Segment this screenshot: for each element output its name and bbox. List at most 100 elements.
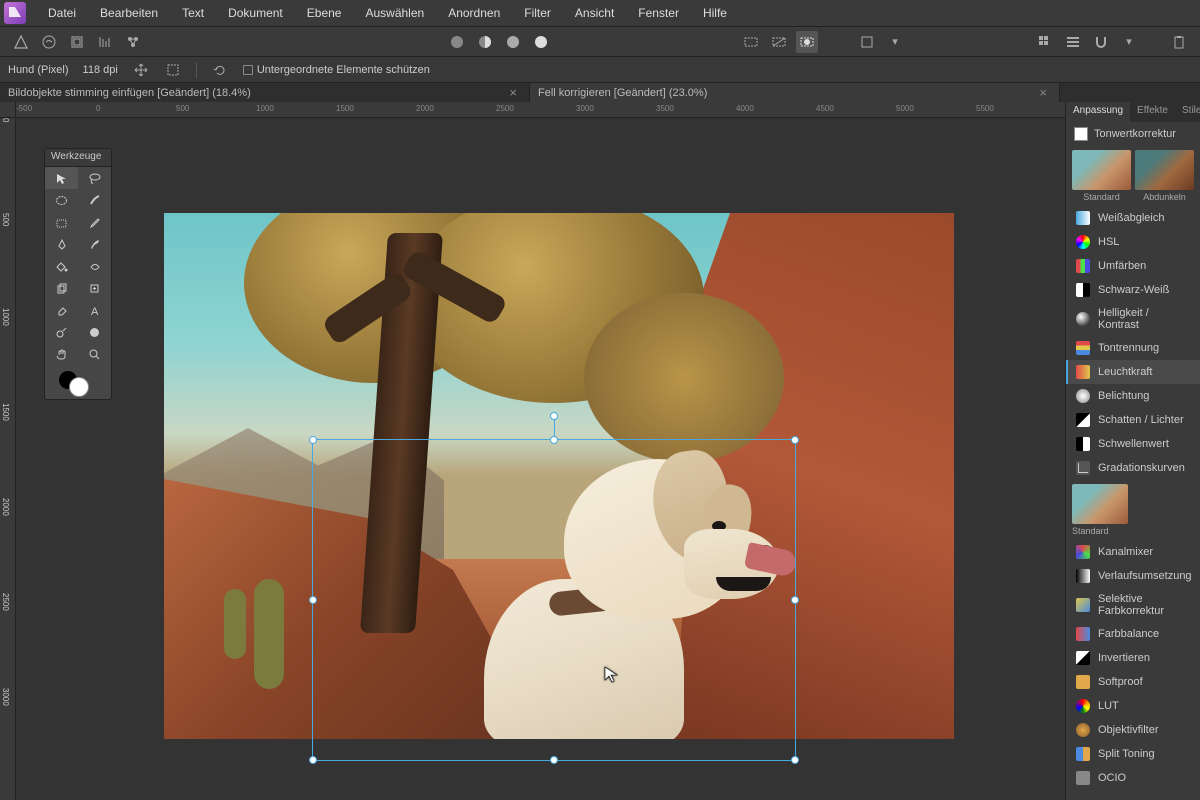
preset-abdunkeln[interactable]: Abdunkeln — [1135, 150, 1194, 202]
adjustment-item[interactable]: Invertieren — [1066, 646, 1200, 670]
chevron-down-icon[interactable]: ▾ — [1118, 31, 1140, 53]
menu-ansicht[interactable]: Ansicht — [563, 0, 626, 27]
quick-mask-icon[interactable] — [796, 31, 818, 53]
ic-curv-icon — [1076, 461, 1090, 475]
marquee-rect-icon[interactable] — [740, 31, 762, 53]
document-tab[interactable]: Bildobjekte stimming einfügen [Geändert]… — [0, 83, 530, 102]
levels-icon — [1074, 127, 1088, 141]
adjustment-item[interactable]: Weißabgleich — [1066, 206, 1200, 230]
ic-thr-icon — [1076, 437, 1090, 451]
rotate-icon[interactable] — [211, 61, 229, 79]
adjustment-item[interactable]: Gradationskurven — [1066, 456, 1200, 480]
blend-half-icon[interactable] — [474, 31, 496, 53]
adjustment-item[interactable]: Leuchtkraft — [1066, 360, 1200, 384]
adjustment-item[interactable]: Tontrennung — [1066, 336, 1200, 360]
crop-dropdown-icon[interactable] — [856, 31, 878, 53]
canvas-image[interactable] — [164, 213, 954, 739]
document-tab[interactable]: Fell korrigieren [Geändert] (23.0%)× — [530, 83, 1060, 102]
menu-datei[interactable]: Datei — [36, 0, 88, 27]
persona-export-icon[interactable] — [122, 31, 144, 53]
menu-text[interactable]: Text — [170, 0, 216, 27]
eraser-tool[interactable] — [45, 299, 78, 321]
menu-anordnen[interactable]: Anordnen — [436, 0, 512, 27]
resize-handle-bm[interactable] — [550, 756, 558, 764]
adjustment-item[interactable]: Softproof — [1066, 670, 1200, 694]
blend-grey-icon[interactable] — [502, 31, 524, 53]
blend-white-icon[interactable] — [530, 31, 552, 53]
ellipse-marquee-tool[interactable] — [45, 189, 78, 211]
resize-icon[interactable] — [164, 61, 182, 79]
resize-handle-br[interactable] — [791, 756, 799, 764]
ic-recolor-icon — [1076, 259, 1090, 273]
snap-list-icon[interactable] — [1062, 31, 1084, 53]
paint-brush-tool[interactable] — [78, 233, 111, 255]
adjustment-item[interactable]: Helligkeit / Kontrast — [1066, 302, 1200, 336]
marquee-diag-icon[interactable] — [768, 31, 790, 53]
adjustment-item[interactable]: Umfärben — [1066, 254, 1200, 278]
shape-tool[interactable] — [78, 321, 111, 343]
move-tool[interactable] — [45, 167, 78, 189]
menu-ebene[interactable]: Ebene — [295, 0, 354, 27]
adjustment-item[interactable]: Verlaufsumsetzung — [1066, 564, 1200, 588]
blend-normal-icon[interactable] — [446, 31, 468, 53]
menu-fenster[interactable]: Fenster — [626, 0, 691, 27]
fill-tool[interactable] — [45, 255, 78, 277]
adjustment-item[interactable]: LUT — [1066, 694, 1200, 718]
adjustment-item[interactable]: OCIO — [1066, 766, 1200, 790]
adjustment-item[interactable]: Split Toning — [1066, 742, 1200, 766]
color-picker-tool[interactable] — [78, 211, 111, 233]
chevron-down-icon[interactable]: ▾ — [884, 31, 906, 53]
menu-dokument[interactable]: Dokument — [216, 0, 295, 27]
zoom-tool[interactable] — [78, 343, 111, 365]
adjustment-item[interactable]: HSL — [1066, 230, 1200, 254]
pan-tool[interactable] — [45, 343, 78, 365]
snap-grid-icon[interactable] — [1034, 31, 1056, 53]
snap-magnet-icon[interactable] — [1090, 31, 1112, 53]
menu-hilfe[interactable]: Hilfe — [691, 0, 739, 27]
menu-bearbeiten[interactable]: Bearbeiten — [88, 0, 170, 27]
ic-grad-icon — [1076, 569, 1090, 583]
adjustment-header: Tonwertkorrektur — [1066, 122, 1200, 146]
lasso-tool[interactable] — [78, 167, 111, 189]
ic-vib-icon — [1076, 365, 1090, 379]
adjustment-item[interactable]: Selektive Farbkorrektur — [1066, 588, 1200, 622]
flood-select-tool[interactable] — [45, 211, 78, 233]
ruler-corner — [0, 102, 16, 118]
ic-inv-icon — [1076, 651, 1090, 665]
menu-auswählen[interactable]: Auswählen — [353, 0, 436, 27]
adjustment-item[interactable]: Farbbalance — [1066, 622, 1200, 646]
dodge-tool[interactable] — [45, 321, 78, 343]
preset-thumb-standard[interactable] — [1072, 484, 1128, 524]
panel-tab-anpassung[interactable]: Anpassung — [1066, 102, 1130, 122]
adjustment-item[interactable]: Kanalmixer — [1066, 540, 1200, 564]
adjustment-item[interactable]: Objektivfilter — [1066, 718, 1200, 742]
adjustment-item[interactable]: Belichtung — [1066, 384, 1200, 408]
clipboard-icon[interactable] — [1168, 31, 1190, 53]
preset-standard[interactable]: Standard — [1072, 150, 1131, 202]
color-swatches[interactable] — [45, 365, 111, 399]
text-tool[interactable]: A — [78, 299, 111, 321]
clone-tool[interactable] — [45, 277, 78, 299]
smudge-tool[interactable] — [78, 255, 111, 277]
pen-tool[interactable] — [45, 233, 78, 255]
adjustment-item[interactable]: Schwellenwert — [1066, 432, 1200, 456]
selection-brush-tool[interactable] — [78, 189, 111, 211]
tab-close-icon[interactable]: × — [505, 85, 521, 100]
svg-text:A: A — [91, 306, 99, 317]
panel-tab-effekte[interactable]: Effekte — [1130, 102, 1175, 122]
move-icon[interactable] — [132, 61, 150, 79]
persona-liquify-icon[interactable] — [38, 31, 60, 53]
panel-tab-stile[interactable]: Stile — [1175, 102, 1200, 122]
resize-handle-bl[interactable] — [309, 756, 317, 764]
menu-filter[interactable]: Filter — [512, 0, 563, 27]
ic-hsl-icon — [1076, 235, 1090, 249]
canvas-workspace[interactable]: -500050010001500200025003000350040004500… — [0, 102, 1065, 800]
healing-tool[interactable] — [78, 277, 111, 299]
persona-tone-icon[interactable] — [94, 31, 116, 53]
adjustment-item[interactable]: Schatten / Lichter — [1066, 408, 1200, 432]
tab-close-icon[interactable]: × — [1035, 85, 1051, 100]
protect-children-checkbox[interactable]: Untergeordnete Elemente schützen — [243, 64, 430, 76]
persona-photo-icon[interactable] — [10, 31, 32, 53]
adjustment-item[interactable]: Schwarz-Weiß — [1066, 278, 1200, 302]
persona-develop-icon[interactable] — [66, 31, 88, 53]
